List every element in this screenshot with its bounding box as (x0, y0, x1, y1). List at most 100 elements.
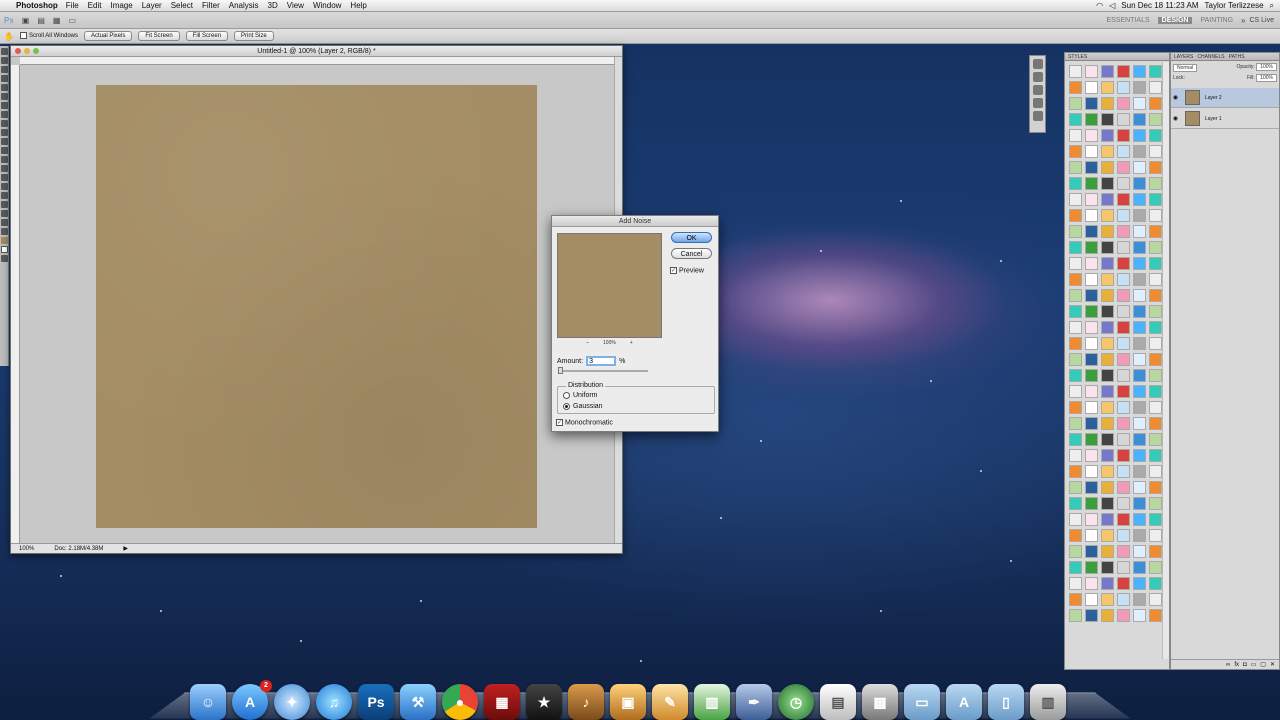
style-swatch[interactable] (1117, 513, 1130, 526)
style-swatch[interactable] (1133, 241, 1146, 254)
style-swatch[interactable] (1133, 193, 1146, 206)
style-swatch[interactable] (1149, 609, 1162, 622)
dodge-tool-icon[interactable] (1, 165, 8, 172)
style-swatch[interactable] (1101, 497, 1114, 510)
style-swatch[interactable] (1069, 321, 1082, 334)
fill-screen-button[interactable]: Fill Screen (185, 31, 229, 41)
preview-checkbox[interactable]: ✓ Preview (670, 267, 704, 274)
style-swatch[interactable] (1149, 433, 1162, 446)
safari-icon[interactable]: ✦ (274, 684, 310, 720)
visibility-eye-icon[interactable]: ◉ (1171, 115, 1180, 122)
style-swatch[interactable] (1085, 321, 1098, 334)
style-swatch[interactable] (1117, 401, 1130, 414)
clock[interactable]: Sun Dec 18 11:23 AM (1121, 1, 1198, 10)
amount-slider-thumb[interactable] (558, 367, 563, 374)
style-swatch[interactable] (1085, 289, 1098, 302)
visibility-eye-icon[interactable]: ◉ (1171, 94, 1180, 101)
style-swatch[interactable] (1149, 209, 1162, 222)
keynote-icon[interactable]: ✒ (736, 684, 772, 720)
style-swatch[interactable] (1149, 449, 1162, 462)
gradient-tool-icon[interactable] (1, 147, 8, 154)
style-swatch[interactable] (1149, 385, 1162, 398)
style-swatch[interactable] (1133, 81, 1146, 94)
launch-minibridge-icon[interactable]: ▤ (37, 16, 45, 25)
quick-select-tool-icon[interactable] (1, 75, 8, 82)
vertical-ruler[interactable] (11, 65, 20, 543)
style-swatch[interactable] (1133, 385, 1146, 398)
image-canvas[interactable] (96, 85, 537, 528)
style-swatch[interactable] (1101, 577, 1114, 590)
style-swatch[interactable] (1117, 369, 1130, 382)
style-swatch[interactable] (1085, 97, 1098, 110)
healing-tool-icon[interactable] (1, 102, 8, 109)
style-swatch[interactable] (1117, 273, 1130, 286)
fill-input[interactable]: 100% (1256, 74, 1277, 82)
scroll-all-windows-checkbox[interactable]: Scroll All Windows (19, 32, 78, 40)
style-swatch[interactable] (1117, 529, 1130, 542)
style-swatch[interactable] (1149, 529, 1162, 542)
style-swatch[interactable] (1085, 257, 1098, 270)
style-swatch[interactable] (1133, 481, 1146, 494)
time-machine-icon[interactable]: ◷ (778, 684, 814, 720)
style-swatch[interactable] (1101, 593, 1114, 606)
hand-tool-icon[interactable]: ✋ (4, 32, 14, 41)
style-swatch[interactable] (1149, 321, 1162, 334)
style-swatch[interactable] (1149, 97, 1162, 110)
style-swatch[interactable] (1069, 273, 1082, 286)
style-swatch[interactable] (1117, 385, 1130, 398)
style-swatch[interactable] (1117, 289, 1130, 302)
style-swatch[interactable] (1133, 353, 1146, 366)
style-swatch[interactable] (1085, 401, 1098, 414)
uniform-radio[interactable]: Uniform (563, 392, 598, 399)
style-swatch[interactable] (1085, 273, 1098, 286)
style-swatch[interactable] (1101, 305, 1114, 318)
style-swatch[interactable] (1069, 145, 1082, 158)
style-swatch[interactable] (1133, 209, 1146, 222)
horizontal-ruler[interactable] (20, 57, 614, 65)
style-swatch[interactable] (1149, 113, 1162, 126)
style-swatch[interactable] (1149, 193, 1162, 206)
style-swatch[interactable] (1133, 129, 1146, 142)
style-swatch[interactable] (1069, 561, 1082, 574)
minimize-window-button[interactable] (24, 48, 30, 54)
app-store-icon[interactable]: A2 (232, 680, 272, 720)
style-swatch[interactable] (1101, 161, 1114, 174)
style-swatch[interactable] (1101, 609, 1114, 622)
menu-file[interactable]: File (66, 1, 79, 10)
style-swatch[interactable] (1117, 545, 1130, 558)
style-swatch[interactable] (1101, 289, 1114, 302)
fit-screen-button[interactable]: Fit Screen (138, 31, 180, 41)
iphoto-icon[interactable]: ▣ (610, 684, 646, 720)
style-swatch[interactable] (1133, 113, 1146, 126)
style-swatch[interactable] (1149, 305, 1162, 318)
hand-tool-icon[interactable] (1, 219, 8, 226)
actual-pixels-button[interactable]: Actual Pixels (83, 31, 133, 41)
style-swatch[interactable] (1117, 145, 1130, 158)
style-swatch[interactable] (1085, 305, 1098, 318)
style-swatch[interactable] (1117, 561, 1130, 574)
style-swatch[interactable] (1117, 577, 1130, 590)
style-swatch[interactable] (1085, 241, 1098, 254)
pages-icon[interactable]: ✎ (652, 684, 688, 720)
eyedropper-tool-icon[interactable] (1, 93, 8, 100)
zoom-in-button[interactable]: + (630, 340, 633, 346)
style-swatch[interactable] (1117, 609, 1130, 622)
lasso-tool-icon[interactable] (1, 66, 8, 73)
style-swatch[interactable] (1069, 385, 1082, 398)
marquee-tool-icon[interactable] (1, 57, 8, 64)
blend-mode-select[interactable]: Normal (1173, 64, 1198, 72)
style-swatch[interactable] (1101, 385, 1114, 398)
finder-icon[interactable]: ☺ (190, 684, 226, 720)
actions-panel-icon[interactable] (1033, 85, 1043, 95)
history-panel-icon[interactable] (1033, 59, 1043, 69)
style-swatch[interactable] (1085, 129, 1098, 142)
ok-button[interactable]: OK (671, 232, 712, 243)
style-swatch[interactable] (1133, 145, 1146, 158)
style-swatch[interactable] (1069, 433, 1082, 446)
style-swatch[interactable] (1085, 353, 1098, 366)
style-swatch[interactable] (1149, 497, 1162, 510)
style-swatch[interactable] (1133, 449, 1146, 462)
style-swatch[interactable] (1069, 289, 1082, 302)
style-swatch[interactable] (1133, 97, 1146, 110)
style-swatch[interactable] (1101, 81, 1114, 94)
